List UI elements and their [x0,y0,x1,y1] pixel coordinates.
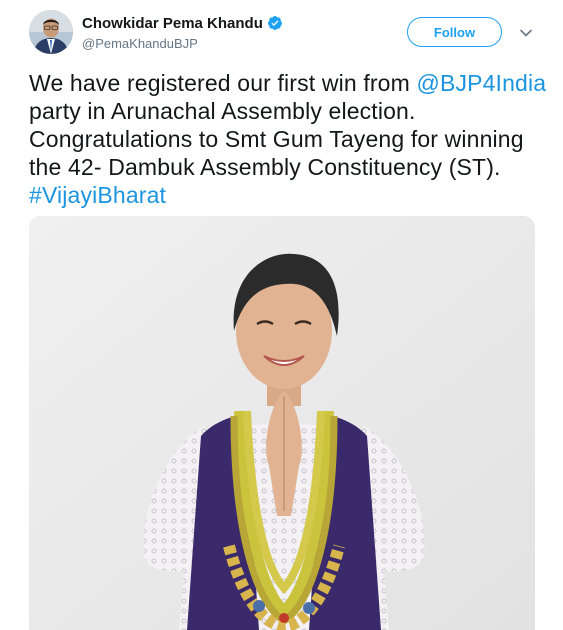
verified-badge-icon [267,15,283,31]
mention-link[interactable]: @BJP4India [416,70,546,96]
author-handle[interactable]: @PemaKhanduBJP [82,36,382,51]
tweet-text-part: We have registered our first win from [29,70,417,96]
chevron-down-icon[interactable] [519,26,533,40]
tweet-text: We have registered our first win from @B… [29,69,549,209]
tweet-card: Chowkidar Pema Khandu @PemaKhanduBJP Fol… [0,0,563,630]
author-block: Chowkidar Pema Khandu @PemaKhanduBJP [82,13,382,51]
author-display-name[interactable]: Chowkidar Pema Khandu [82,15,263,32]
tweet-photo[interactable] [29,216,535,630]
hashtag-link[interactable]: #VijayiBharat [29,182,166,208]
follow-button[interactable]: Follow [407,17,502,47]
tweet-text-part: party in Arunachal Assembly election. Co… [29,98,524,180]
avatar[interactable] [29,10,73,54]
author-name-row: Chowkidar Pema Khandu [82,13,382,33]
